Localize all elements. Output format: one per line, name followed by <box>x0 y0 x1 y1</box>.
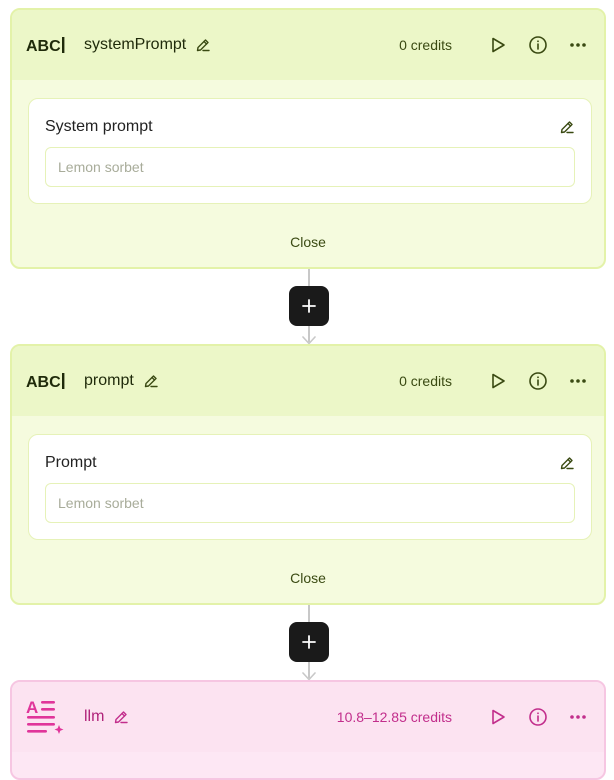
credits-label: 10.8–12.85 credits <box>336 709 452 725</box>
pencil-icon[interactable] <box>559 455 575 471</box>
prompt-input[interactable] <box>45 483 575 523</box>
more-dots-icon[interactable] <box>566 705 590 729</box>
add-node-button[interactable] <box>289 622 329 662</box>
card-title: System prompt <box>45 118 153 135</box>
credits-label: 0 credits <box>399 37 452 53</box>
pencil-icon[interactable] <box>143 373 159 389</box>
credits-label: 0 credits <box>399 373 452 389</box>
input-card: Prompt <box>28 434 592 540</box>
llm-text-generation-icon: A <box>26 698 66 734</box>
close-button[interactable]: Close <box>12 234 604 250</box>
node-connector <box>288 605 330 681</box>
llm-node[interactable]: A llm 10.8–12.85 credits <box>10 680 606 780</box>
header-actions: 10.8–12.85 credits <box>337 705 590 729</box>
node-connector <box>288 269 330 345</box>
close-button[interactable]: Close <box>12 570 604 586</box>
svg-text:ABC: ABC <box>26 374 61 391</box>
node-name: prompt <box>84 372 134 389</box>
node-header: ABC systemPrompt 0 credits <box>12 10 604 80</box>
connector-line <box>308 605 310 622</box>
more-dots-icon[interactable] <box>566 369 590 393</box>
system-prompt-node[interactable]: ABC systemPrompt 0 credits System prompt <box>10 8 606 269</box>
connector-line <box>308 269 310 286</box>
info-icon[interactable] <box>526 33 550 57</box>
header-actions: 0 credits <box>399 369 590 393</box>
svg-text:ABC: ABC <box>26 38 61 55</box>
play-icon[interactable] <box>486 705 510 729</box>
play-icon[interactable] <box>486 369 510 393</box>
svg-text:A: A <box>26 698 38 717</box>
plus-icon <box>302 299 316 313</box>
info-icon[interactable] <box>526 369 550 393</box>
node-name: llm <box>84 708 105 725</box>
pencil-icon[interactable] <box>113 709 129 725</box>
plus-icon <box>302 635 316 649</box>
text-type-abc-icon: ABC <box>26 32 66 58</box>
card-title: Prompt <box>45 454 97 471</box>
node-header: ABC prompt 0 credits <box>12 346 604 416</box>
text-type-abc-icon: ABC <box>26 368 66 394</box>
header-actions: 0 credits <box>399 33 590 57</box>
system-prompt-input[interactable] <box>45 147 575 187</box>
play-icon[interactable] <box>486 33 510 57</box>
pencil-icon[interactable] <box>559 119 575 135</box>
add-node-button[interactable] <box>289 286 329 326</box>
input-card: System prompt <box>28 98 592 204</box>
more-dots-icon[interactable] <box>566 33 590 57</box>
info-icon[interactable] <box>526 705 550 729</box>
node-name: systemPrompt <box>84 36 187 53</box>
prompt-node[interactable]: ABC prompt 0 credits Prompt Lemon sorbet… <box>10 344 606 605</box>
pencil-icon[interactable] <box>195 37 211 53</box>
node-header: A llm 10.8–12.85 credits <box>12 682 604 752</box>
